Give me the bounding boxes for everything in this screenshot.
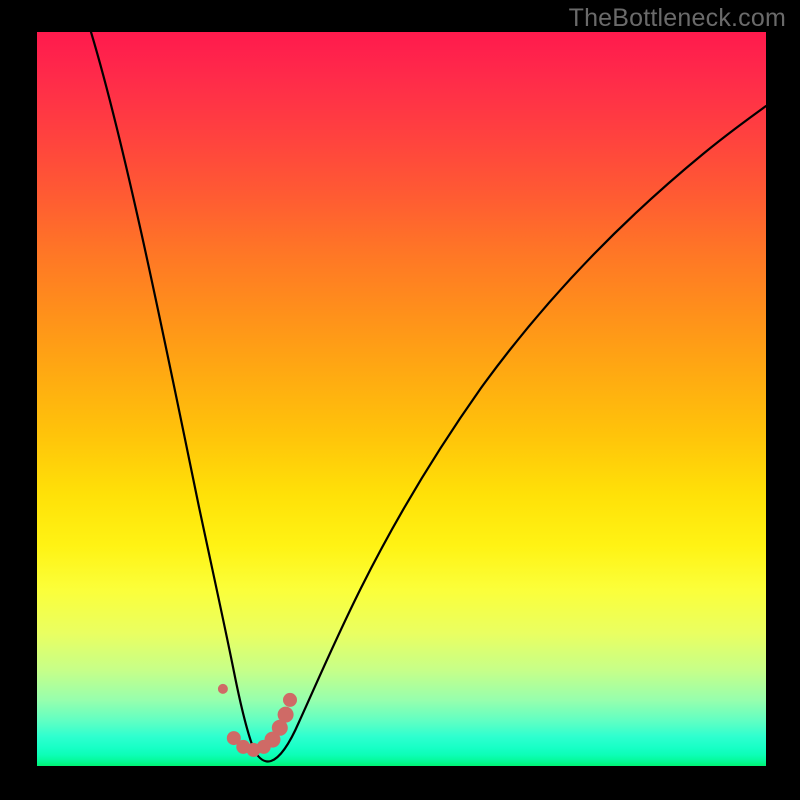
curve-marker <box>218 684 228 694</box>
chart-frame: TheBottleneck.com <box>0 0 800 800</box>
marker-group <box>218 684 297 757</box>
plot-area <box>37 32 766 766</box>
chart-svg <box>37 32 766 766</box>
curve-marker <box>283 693 297 707</box>
watermark-text: TheBottleneck.com <box>569 4 786 33</box>
bottleneck-curve <box>91 32 766 762</box>
curve-marker <box>278 707 294 723</box>
